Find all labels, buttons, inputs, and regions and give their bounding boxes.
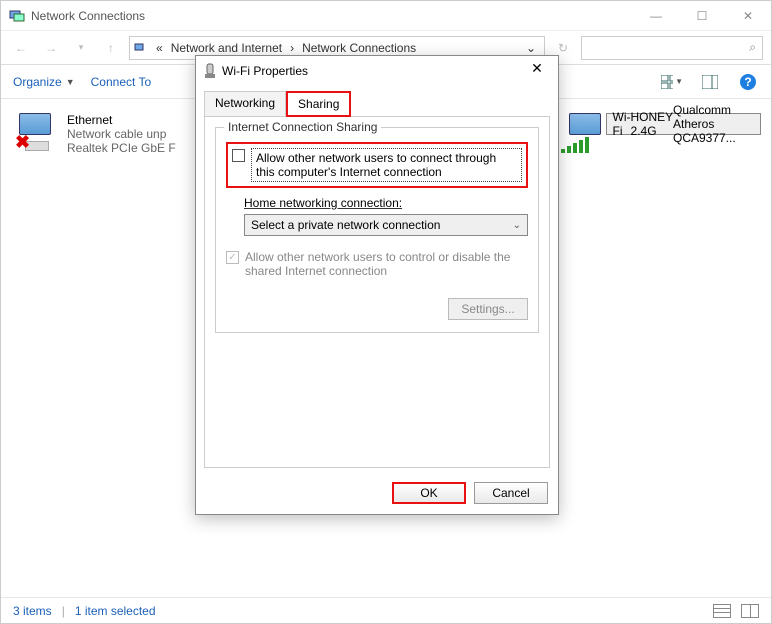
allow-control-checkbox: ✓: [226, 251, 239, 264]
up-button[interactable]: ↑: [99, 36, 123, 60]
forward-button[interactable]: →: [39, 36, 63, 60]
connection-name: Wi-Fi: [613, 110, 631, 138]
status-bar: 3 items | 1 item selected: [1, 597, 771, 623]
wifi-icon: [561, 113, 598, 153]
connection-name: Ethernet: [67, 113, 176, 127]
address-dropdown[interactable]: ⌄: [522, 41, 540, 55]
allow-connect-highlight: Allow other network users to connect thr…: [226, 142, 528, 188]
preview-pane-button[interactable]: [699, 71, 721, 93]
connect-to-button[interactable]: Connect To: [91, 75, 152, 89]
window-title: Network Connections: [31, 9, 633, 23]
view-options-button[interactable]: ▼: [661, 71, 683, 93]
breadcrumb-root-chev[interactable]: «: [152, 41, 167, 55]
title-bar: Network Connections — ☐ ✕: [1, 1, 771, 31]
search-input[interactable]: ⌕: [581, 36, 763, 60]
cancel-button[interactable]: Cancel: [474, 482, 548, 504]
connection-device: Realtek PCIe GbE F: [67, 141, 176, 155]
close-button[interactable]: ✕: [725, 1, 771, 31]
home-connection-value: Select a private network connection: [251, 218, 440, 232]
connection-status: HONEY 2.4G: [631, 110, 673, 138]
window-icon: [9, 8, 25, 24]
search-icon: ⌕: [749, 40, 756, 55]
selection-count: 1 item selected: [75, 604, 156, 618]
item-count: 3 items: [13, 604, 52, 618]
dialog-tabs: Networking Sharing: [196, 86, 558, 116]
dialog-close-button[interactable]: ✕: [522, 60, 552, 82]
allow-control-label: Allow other network users to control or …: [245, 250, 528, 278]
tab-content: Internet Connection Sharing Allow other …: [204, 116, 550, 468]
chevron-down-icon: ⌄: [513, 220, 521, 231]
ok-button[interactable]: OK: [392, 482, 466, 504]
home-connection-label: Home networking connection:: [244, 196, 402, 210]
ics-group: Internet Connection Sharing Allow other …: [215, 127, 539, 333]
allow-connect-label: Allow other network users to connect thr…: [251, 148, 522, 182]
back-button[interactable]: ←: [9, 36, 33, 60]
maximize-button[interactable]: ☐: [679, 1, 725, 31]
group-legend: Internet Connection Sharing: [224, 120, 381, 134]
ethernet-icon: ✖: [11, 113, 59, 153]
home-connection-select[interactable]: Select a private network connection ⌄: [244, 214, 528, 236]
allow-connect-checkbox[interactable]: [232, 149, 245, 162]
dialog-header: Wi-Fi Properties ✕: [196, 56, 558, 86]
svg-text:?: ?: [744, 75, 751, 89]
connection-device: Qualcomm Atheros QCA9377...: [673, 103, 754, 145]
connection-item-wifi[interactable]: Wi-Fi HONEY 2.4G Qualcomm Atheros QCA937…: [561, 113, 761, 583]
dialog-buttons: OK Cancel: [196, 476, 558, 514]
chevron-right-icon: ›: [286, 41, 298, 55]
tab-networking[interactable]: Networking: [204, 91, 286, 117]
tab-sharing[interactable]: Sharing: [286, 91, 351, 117]
dialog-title: Wi-Fi Properties: [222, 64, 522, 78]
network-icon: [134, 41, 148, 55]
recent-dropdown[interactable]: ▾: [69, 36, 93, 60]
details-view-button[interactable]: [713, 604, 731, 618]
wifi-properties-dialog: Wi-Fi Properties ✕ Networking Sharing In…: [195, 55, 559, 515]
settings-button: Settings...: [448, 298, 528, 320]
minimize-button[interactable]: —: [633, 1, 679, 31]
large-icons-view-button[interactable]: [741, 604, 759, 618]
breadcrumb-item[interactable]: Network Connections: [302, 41, 416, 55]
connection-status: Network cable unp: [67, 127, 176, 141]
wifi-properties-icon: [202, 63, 218, 79]
organize-menu[interactable]: Organize▼: [13, 75, 75, 89]
breadcrumb-item[interactable]: Network and Internet: [171, 41, 282, 55]
help-button[interactable]: ?: [737, 71, 759, 93]
